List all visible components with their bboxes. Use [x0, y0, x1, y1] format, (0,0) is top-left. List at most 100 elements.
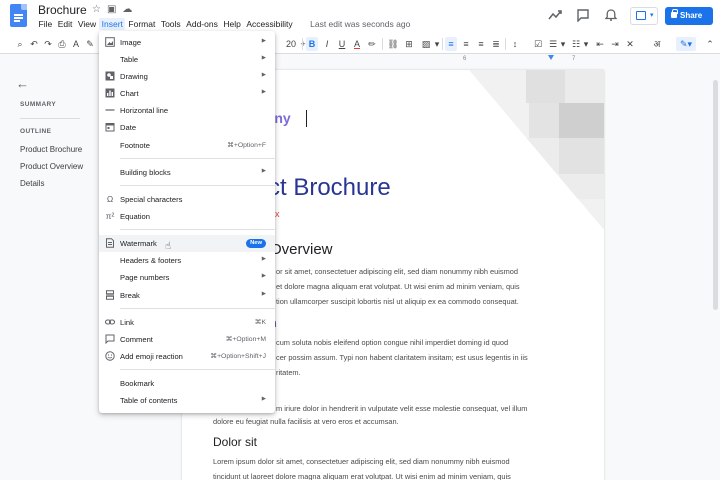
right-indent-marker[interactable] — [548, 55, 554, 60]
underline-icon[interactable]: U — [336, 37, 348, 51]
paragraph-line: tion ullamcorper suscipit lobortis nisl … — [276, 297, 519, 306]
menu-item-page-numbers[interactable]: Page numbers ▶ — [99, 269, 275, 286]
decrease-indent-icon[interactable]: ⇤ — [594, 37, 606, 51]
menu-item-date[interactable]: Date — [99, 119, 275, 136]
increase-indent-icon[interactable]: ⇥ — [609, 37, 621, 51]
summary-heading: SUMMARY — [20, 101, 57, 108]
italic-icon[interactable]: I — [321, 37, 333, 51]
insert-menu-dropdown: Image ▶ Table ▶ Drawing ▶ Chart ▶ Horizo… — [99, 31, 275, 413]
submenu-arrow-icon: ▶ — [261, 396, 266, 402]
numbered-list-icon[interactable]: ☷ — [570, 37, 582, 51]
menu-item-chart[interactable]: Chart ▶ — [99, 85, 275, 102]
present-button[interactable]: ▾ — [630, 7, 658, 25]
document-heading: ct Brochure — [268, 174, 391, 201]
vertical-scrollbar[interactable] — [713, 70, 718, 480]
comment-icon — [105, 334, 115, 345]
menu-item-horizontal-line[interactable]: Horizontal line — [99, 102, 275, 119]
menu-item-headers-footers[interactable]: Headers & footers ▶ — [99, 252, 275, 269]
menu-file[interactable]: File — [36, 18, 55, 30]
title-bar: Brochure ☆ ▣ ☁ File Edit View Insert For… — [0, 0, 720, 34]
justify-icon[interactable]: ≣ — [490, 37, 502, 51]
menu-accessibility[interactable]: Accessibility — [244, 18, 295, 30]
menu-help[interactable]: Help — [221, 18, 243, 30]
redo-icon[interactable]: ↷ — [42, 37, 54, 51]
outline-item[interactable]: Product Overview — [20, 162, 83, 171]
outline-item[interactable]: Product Brochure — [20, 145, 82, 154]
add-comment-icon[interactable]: ⊞ — [403, 37, 415, 51]
submenu-arrow-icon: ▶ — [261, 72, 266, 78]
outline-item[interactable]: Details — [20, 179, 44, 188]
menu-item-bookmark[interactable]: Bookmark — [99, 375, 275, 392]
menu-edit[interactable]: Edit — [55, 18, 75, 30]
menu-item-image[interactable]: Image ▶ — [99, 34, 275, 51]
menu-separator — [120, 185, 275, 186]
insert-image-icon[interactable]: ▨ — [419, 37, 433, 51]
watermark-icon — [105, 238, 115, 248]
menu-insert[interactable]: Insert — [99, 18, 126, 30]
menu-view[interactable]: View — [75, 18, 98, 30]
paragraph-line: ritatem. — [276, 368, 301, 377]
menu-item-watermark[interactable]: Watermark New — [99, 235, 275, 252]
decorative-header-graphic — [469, 70, 604, 230]
cloud-status-icon[interactable]: ☁ — [122, 4, 132, 15]
last-edit-status[interactable]: Last edit was seconds ago — [308, 18, 413, 30]
menu-item-special-characters[interactable]: Ω Special characters — [99, 191, 275, 208]
text-cursor — [306, 110, 307, 127]
menu-item-link[interactable]: Link ⌘K — [99, 314, 275, 331]
menu-item-building-blocks[interactable]: Building blocks ▶ — [99, 164, 275, 181]
notifications-bell-icon[interactable] — [604, 8, 618, 22]
menu-item-equation[interactable]: π² Equation — [99, 208, 275, 225]
align-right-icon[interactable]: ≡ — [475, 37, 487, 51]
menu-item-comment[interactable]: Comment ⌘+Option+M — [99, 331, 275, 348]
menu-add-ons[interactable]: Add-ons — [184, 18, 221, 30]
print-icon[interactable]: ⎙ — [56, 37, 68, 51]
image-dropdown-chevron-icon[interactable]: ▾ — [433, 37, 441, 51]
menu-tools[interactable]: Tools — [158, 18, 183, 30]
docs-logo-icon[interactable] — [10, 4, 27, 27]
menu-item-table-of-contents[interactable]: Table of contents ▶ — [99, 392, 275, 409]
document-title[interactable]: Brochure — [38, 3, 87, 17]
star-icon[interactable]: ☆ — [92, 4, 101, 15]
outline-heading: OUTLINE — [20, 128, 52, 135]
font-size-field[interactable]: 20 — [284, 37, 298, 51]
move-folder-icon[interactable]: ▣ — [107, 4, 116, 15]
paragraph-line: tincidunt ut laoreet dolore magna aliqua… — [213, 472, 511, 480]
line-spacing-icon[interactable]: ↕ — [509, 37, 521, 51]
align-center-icon[interactable]: ≡ — [460, 37, 472, 51]
numbered-dropdown-chevron-icon[interactable]: ▾ — [582, 37, 590, 51]
menu-item-drawing[interactable]: Drawing ▶ — [99, 68, 275, 85]
align-left-icon[interactable]: ≡ — [445, 37, 457, 51]
activity-trend-icon[interactable] — [548, 8, 562, 22]
search-menus-icon[interactable]: ⌕ — [14, 37, 26, 51]
close-outline-arrow-icon[interactable]: ← — [16, 76, 29, 91]
chart-icon — [105, 88, 115, 98]
text-color-icon[interactable]: A — [351, 37, 363, 51]
submenu-arrow-icon: ▶ — [261, 256, 266, 262]
input-tools-icon[interactable]: अ — [651, 37, 663, 51]
undo-icon[interactable]: ↶ — [28, 37, 40, 51]
horizontal-ruler[interactable]: 6 7 — [270, 54, 605, 64]
checklist-icon[interactable]: ☑ — [532, 37, 544, 51]
share-button[interactable]: Share — [665, 7, 713, 25]
spellcheck-icon[interactable]: A — [70, 37, 82, 51]
hide-menus-chevron-icon[interactable]: ⌃ — [704, 37, 716, 51]
highlight-color-icon[interactable]: ✏ — [366, 37, 378, 51]
insert-link-icon[interactable]: ⛓ — [387, 37, 399, 51]
menu-item-add-emoji-reaction[interactable]: Add emoji reaction ⌘+Option+Shift+J — [99, 348, 275, 365]
editing-mode-icon[interactable]: ✎▾ — [676, 37, 696, 51]
menu-item-table[interactable]: Table ▶ — [99, 51, 275, 68]
bold-icon[interactable]: B — [306, 37, 318, 51]
comment-history-icon[interactable] — [576, 8, 590, 23]
menu-format[interactable]: Format — [126, 18, 158, 30]
paint-format-icon[interactable]: ✎ — [84, 37, 96, 51]
paragraph-line: cer possim assum. Typi non habent clarit… — [276, 353, 528, 362]
dolor-heading: Dolor sit — [213, 435, 258, 449]
menu-separator — [120, 229, 275, 230]
bullet-dropdown-chevron-icon[interactable]: ▾ — [559, 37, 567, 51]
scrollbar-thumb[interactable] — [713, 80, 718, 310]
menu-item-footnote[interactable]: Footnote ⌘+Option+F — [99, 137, 275, 154]
paragraph-line: et dolore magna aliquam erat volutpat. U… — [276, 282, 520, 291]
clear-formatting-icon[interactable]: ✕ — [624, 37, 636, 51]
menu-item-break[interactable]: Break ▶ — [99, 287, 275, 304]
bulleted-list-icon[interactable]: ☰ — [547, 37, 559, 51]
